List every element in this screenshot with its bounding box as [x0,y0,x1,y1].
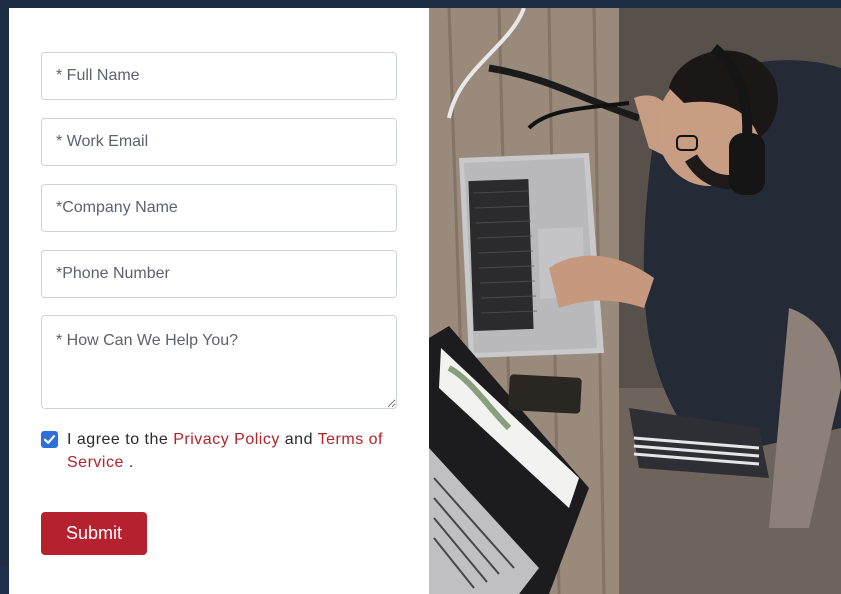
help-message-textarea[interactable] [41,315,397,409]
agree-terms-row: I agree to the Privacy Policy and Terms … [41,428,397,474]
agree-and: and [284,431,313,448]
privacy-policy-link[interactable]: Privacy Policy [173,431,280,448]
contact-card: I agree to the Privacy Policy and Terms … [9,8,841,594]
agree-text: I agree to the Privacy Policy and Terms … [67,428,397,474]
hero-photo [429,8,841,594]
full-name-input[interactable] [41,52,397,100]
phone-number-input[interactable] [41,250,397,298]
work-email-input[interactable] [41,118,397,166]
company-name-input[interactable] [41,184,397,232]
submit-button[interactable]: Submit [41,512,147,555]
agree-prefix: I agree to the [67,431,169,448]
check-icon [43,435,56,444]
agree-checkbox[interactable] [41,431,58,448]
person-with-laptops-illustration [429,8,841,594]
contact-form: I agree to the Privacy Policy and Terms … [9,8,429,594]
agree-suffix: . [128,454,134,471]
